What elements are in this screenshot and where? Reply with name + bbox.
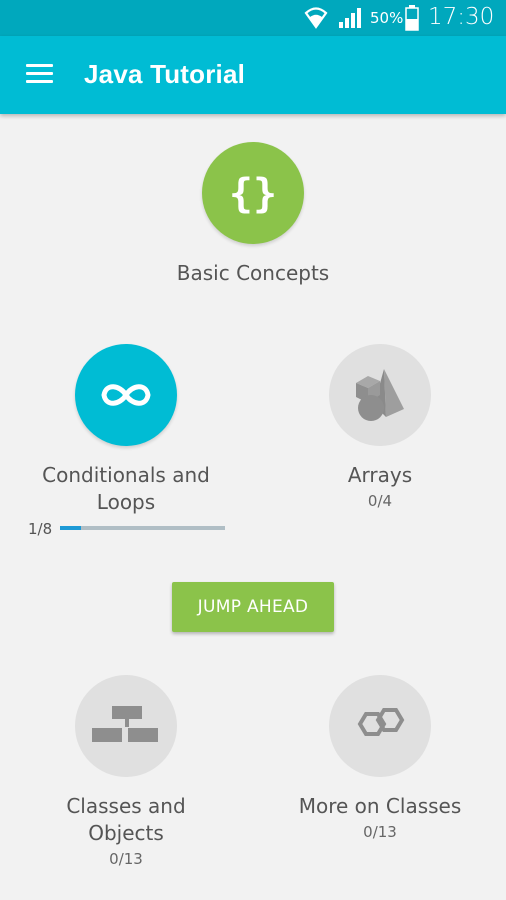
lesson-progress: 0/13 — [109, 850, 143, 868]
lesson-arrays-circle[interactable] — [329, 344, 431, 446]
lesson-more-on-classes[interactable]: More on Classes 0/13 — [280, 675, 480, 841]
lesson-title: Arrays — [347, 463, 413, 487]
progress-fill — [60, 526, 81, 530]
app-bar: Java Tutorial — [0, 36, 506, 114]
curly-braces-icon: {} — [231, 171, 275, 217]
lesson-title: Conditionals and Loops — [42, 463, 210, 514]
status-clock: 17:30 — [428, 4, 495, 30]
progress-label: 1/8 — [28, 520, 53, 538]
wifi-icon — [304, 7, 328, 29]
lesson-title: Classes and Objects — [66, 794, 186, 845]
lesson-title: Basic Concepts — [176, 261, 330, 285]
lesson-basic-concepts-circle[interactable]: {} — [202, 142, 304, 244]
lesson-classes-circle[interactable] — [75, 675, 177, 777]
jump-ahead-button[interactable]: JUMP AHEAD — [172, 582, 334, 632]
status-bar: 50% 17:30 — [0, 0, 506, 36]
signal-icon — [339, 8, 361, 28]
app-title: Java Tutorial — [84, 59, 246, 89]
hierarchy-icon — [92, 706, 158, 742]
lesson-classes-and-objects[interactable]: Classes and Objects 0/13 — [26, 675, 226, 868]
lesson-conditionals-and-loops[interactable]: Conditionals and Loops — [26, 344, 226, 516]
lesson-more-classes-circle[interactable] — [329, 675, 431, 777]
lesson-conditionals-circle[interactable] — [75, 344, 177, 446]
infinity-icon — [101, 384, 151, 406]
progress-track — [60, 526, 225, 530]
lesson-basic-concepts[interactable]: {} Basic Concepts — [153, 142, 353, 287]
hamburger-menu-icon[interactable] — [26, 64, 53, 84]
battery-percent: 50% — [370, 9, 404, 27]
svg-text:{}: {} — [231, 171, 275, 217]
lesson-progress: 0/13 — [363, 823, 397, 841]
battery-icon — [405, 5, 419, 31]
lesson-arrays[interactable]: Arrays 0/4 — [280, 344, 480, 510]
hexagons-icon — [357, 708, 405, 736]
shapes-icon — [356, 369, 404, 421]
lesson-progress-bar: 1/8 — [28, 520, 228, 538]
lesson-title: More on Classes — [298, 794, 462, 818]
lesson-progress: 0/4 — [367, 492, 393, 510]
